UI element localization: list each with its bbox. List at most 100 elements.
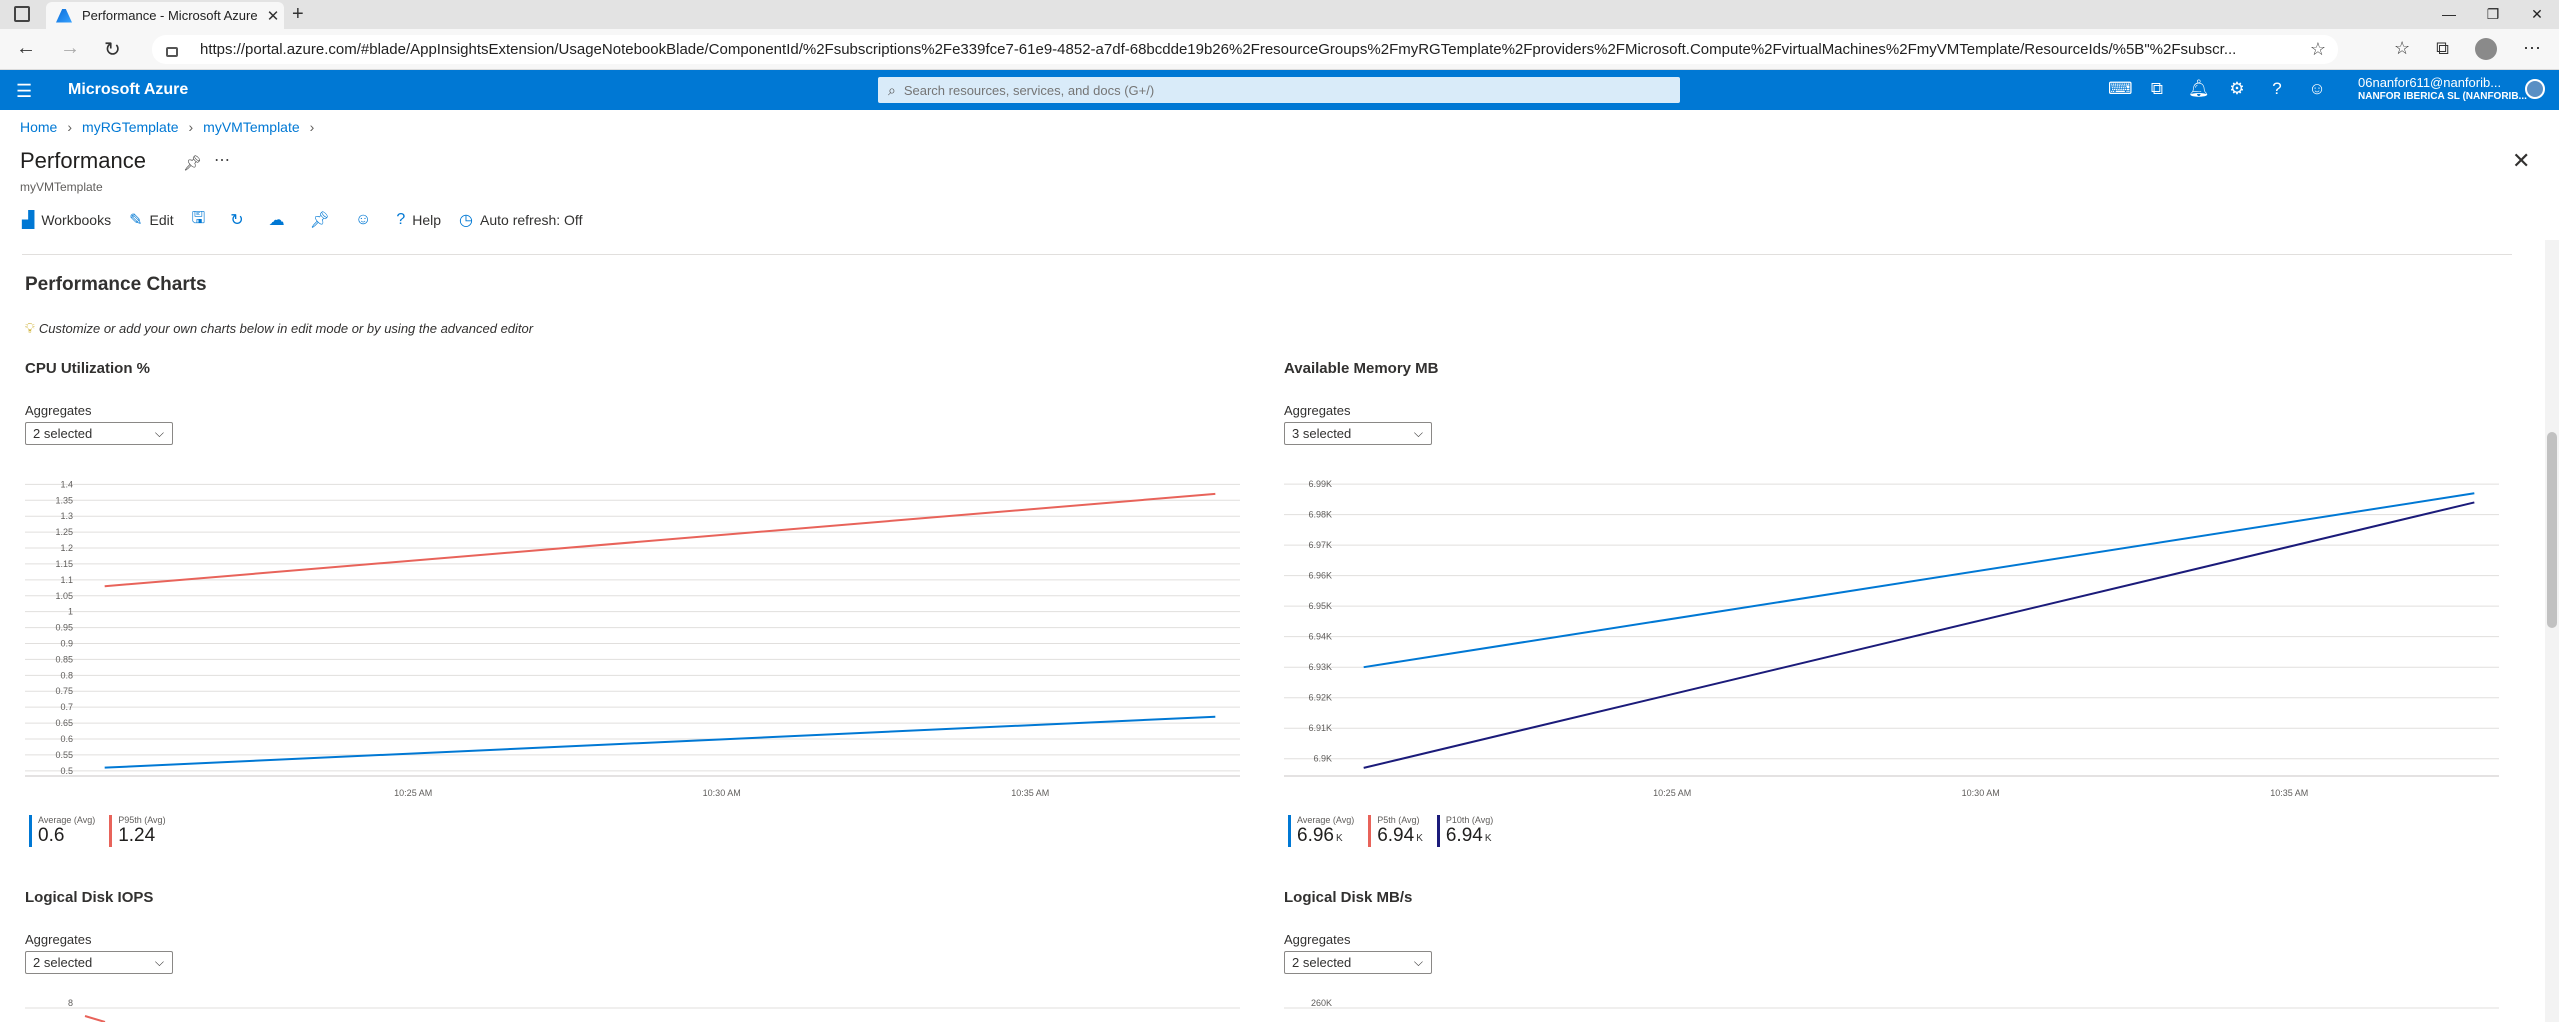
disk-iops-aggregates-dropdown[interactable]: 2 selected ⌵ — [25, 951, 173, 974]
chevron-down-icon: ⌵ — [154, 955, 164, 969]
cpu-legend-swatch — [29, 815, 32, 847]
cpu-y-tick-label: 0.8 — [60, 670, 73, 680]
breadcrumb-home[interactable]: Home — [20, 119, 57, 135]
restore-icon[interactable]: ❐ — [2471, 0, 2515, 29]
disk-iops-chart-title: Logical Disk IOPS — [25, 889, 154, 906]
cpu-series-line[interactable] — [104, 492, 1216, 588]
memory-legend-swatch — [1436, 815, 1440, 847]
memory-legend-unit: K — [1335, 833, 1343, 844]
close-blade-icon[interactable]: ✕ — [2512, 148, 2530, 174]
favorites-icon[interactable]: ☆ — [2394, 38, 2410, 60]
cpu-legend-item[interactable]: P95th (Avg) 1.24 — [109, 815, 166, 847]
notifications-icon[interactable]: 🔔︎ — [2188, 79, 2210, 99]
section-title: Performance Charts — [25, 274, 207, 295]
cpu-y-tick-label: 1.2 — [60, 543, 73, 553]
directory-filter-icon[interactable]: ⧉ — [2148, 79, 2166, 99]
memory-svg[interactable]: 6.9K 6.91K 6.92K 6.93K 6.94K 6.95K 6.96K 6.97K 6… — [1284, 468, 2499, 808]
cpu-legend-value: 0.6 — [38, 825, 65, 846]
address-bar: ← → ↻ https://portal.azure.com/#blade/Ap… — [0, 29, 2559, 70]
cpu-chart[interactable]: 0.5 0.55 0.6 0.65 0.7 0.75 0.8 0.85 0.9 0.95 1 1.05… — [25, 468, 1240, 808]
memory-y-tick-label: 6.9K — [1313, 754, 1332, 764]
cpu-y-tick-label: 0.85 — [55, 654, 73, 664]
memory-legend-item[interactable]: Average (Avg) 6.96 K — [1288, 815, 1354, 847]
cpu-svg[interactable]: 0.5 0.55 0.6 0.65 0.7 0.75 0.8 0.85 0.9 0.95 1 1.05… — [25, 468, 1240, 808]
back-icon[interactable]: ← — [16, 37, 36, 60]
cpu-series-line[interactable] — [104, 715, 1216, 769]
save-button[interactable]: 🖫︎ — [192, 207, 213, 234]
cpu-y-tick-label: 1.15 — [55, 559, 73, 569]
cloud-shell-icon[interactable]: ⌨ — [2108, 79, 2133, 99]
browser-menu-icon[interactable]: ⋯ — [2523, 38, 2541, 60]
favorite-star-icon[interactable]: ☆ — [2310, 39, 2326, 60]
memory-legend-value: 6.94 K — [1445, 825, 1492, 846]
settings-icon[interactable]: ⚙ — [2228, 79, 2246, 99]
refresh-icon[interactable]: ↻ — [104, 37, 121, 62]
refresh-button[interactable]: ↻ — [230, 210, 250, 230]
disk-iops-chart[interactable]: 8 — [25, 996, 1240, 1022]
disk-mbps-aggregates-value: 2 selected — [1292, 955, 1352, 970]
help-icon: ? — [396, 211, 406, 228]
memory-x-tick-label: 10:30 AM — [1962, 788, 2000, 798]
memory-legend-unit: K — [1484, 833, 1492, 844]
memory-legend-item[interactable]: P10th (Avg) 6.94 K — [1436, 815, 1493, 847]
browser-profile-icon[interactable] — [2475, 38, 2497, 60]
disk-mbps-aggregates-label: Aggregates — [1284, 932, 1351, 947]
cpu-aggregates-value: 2 selected — [33, 426, 93, 441]
minimize-icon[interactable]: — — [2427, 0, 2471, 29]
disk-iops-aggregates-label: Aggregates — [25, 932, 92, 947]
memory-legend-swatch — [1288, 815, 1291, 847]
disk-mbps-chart[interactable]: 260K — [1284, 996, 2499, 1022]
memory-legend: Average (Avg) 6.96 K P5th (Avg) 6.94 K P10th (… — [1288, 815, 1493, 847]
user-avatar[interactable] — [2525, 79, 2545, 99]
memory-legend-item[interactable]: P5th (Avg) 6.94 K — [1368, 815, 1423, 847]
azure-brand[interactable]: Microsoft Azure — [68, 81, 188, 99]
memory-series-line[interactable] — [1363, 492, 2475, 669]
toolbar-divider — [22, 254, 2512, 255]
window-menu-icon[interactable] — [14, 6, 30, 22]
memory-y-tick-label: 6.91K — [1308, 723, 1332, 733]
cpu-aggregates-dropdown[interactable]: 2 selected ⌵ — [25, 422, 173, 445]
pin-button[interactable]: 📌︎ — [310, 210, 337, 230]
cpu-legend: Average (Avg) 0.6 P95th (Avg) 1.24 — [29, 815, 166, 847]
browser-tab[interactable]: Performance - Microsoft Azure ✕ — [46, 2, 284, 29]
memory-chart-title: Available Memory MB — [1284, 360, 1439, 377]
account-info[interactable]: 06nanfor611@nanforib... NANFOR IBERICA S… — [2358, 75, 2527, 102]
memory-y-tick-label: 6.95K — [1308, 601, 1332, 611]
collections-icon[interactable]: ⧉ — [2436, 38, 2449, 60]
feedback-button[interactable]: ☺ — [355, 211, 378, 229]
breadcrumb-separator-icon: › — [67, 119, 73, 135]
global-search-input[interactable] — [903, 82, 1680, 98]
help-button[interactable]: ? Help — [396, 211, 441, 229]
auto-refresh-button[interactable]: ◷ Auto refresh: Off — [459, 210, 582, 230]
disk-iops-svg[interactable]: 8 — [25, 996, 1240, 1022]
global-search[interactable]: ⌕ — [878, 77, 1680, 103]
scrollbar-track[interactable] — [2545, 240, 2559, 1022]
search-icon: ⌕ — [888, 81, 896, 98]
share-button[interactable]: ☁ — [269, 210, 292, 230]
breadcrumb-vm[interactable]: myVMTemplate — [203, 119, 299, 135]
close-window-icon[interactable]: ✕ — [2515, 0, 2559, 29]
forward-icon[interactable]: → — [60, 37, 80, 60]
memory-chart[interactable]: 6.9K 6.91K 6.92K 6.93K 6.94K 6.95K 6.96K 6.97K 6… — [1284, 468, 2499, 808]
breadcrumb-resource-group[interactable]: myRGTemplate — [82, 119, 178, 135]
disk-mbps-svg[interactable]: 260K — [1284, 996, 2499, 1022]
cpu-legend-name: Average (Avg) — [38, 815, 96, 825]
disk-mbps-aggregates-dropdown[interactable]: 2 selected ⌵ — [1284, 951, 1432, 974]
memory-aggregates-dropdown[interactable]: 3 selected ⌵ — [1284, 422, 1432, 445]
url-text[interactable]: https://portal.azure.com/#blade/AppInsig… — [200, 41, 2310, 58]
memory-legend-name: Average (Avg) — [1297, 815, 1355, 825]
lock-icon[interactable] — [166, 46, 178, 57]
help-icon[interactable]: ? — [2268, 79, 2286, 99]
more-options-icon[interactable]: ⋯ — [214, 150, 230, 170]
pin-icon[interactable]: 📌︎ — [183, 154, 202, 172]
url-field[interactable]: https://portal.azure.com/#blade/AppInsig… — [152, 35, 2338, 64]
scrollbar-thumb[interactable] — [2547, 432, 2557, 628]
disk-iops-series-line[interactable] — [84, 1015, 106, 1022]
portal-menu-icon[interactable]: ☰ — [16, 81, 32, 102]
tab-close-icon[interactable]: ✕ — [262, 7, 284, 25]
cpu-legend-item[interactable]: Average (Avg) 0.6 — [29, 815, 95, 847]
new-tab-icon[interactable]: + — [292, 3, 304, 26]
feedback-icon[interactable]: ☺ — [2308, 79, 2326, 99]
edit-button[interactable]: ✎ Edit — [129, 210, 174, 230]
workbooks-button[interactable]: ▟ Workbooks — [22, 210, 111, 230]
